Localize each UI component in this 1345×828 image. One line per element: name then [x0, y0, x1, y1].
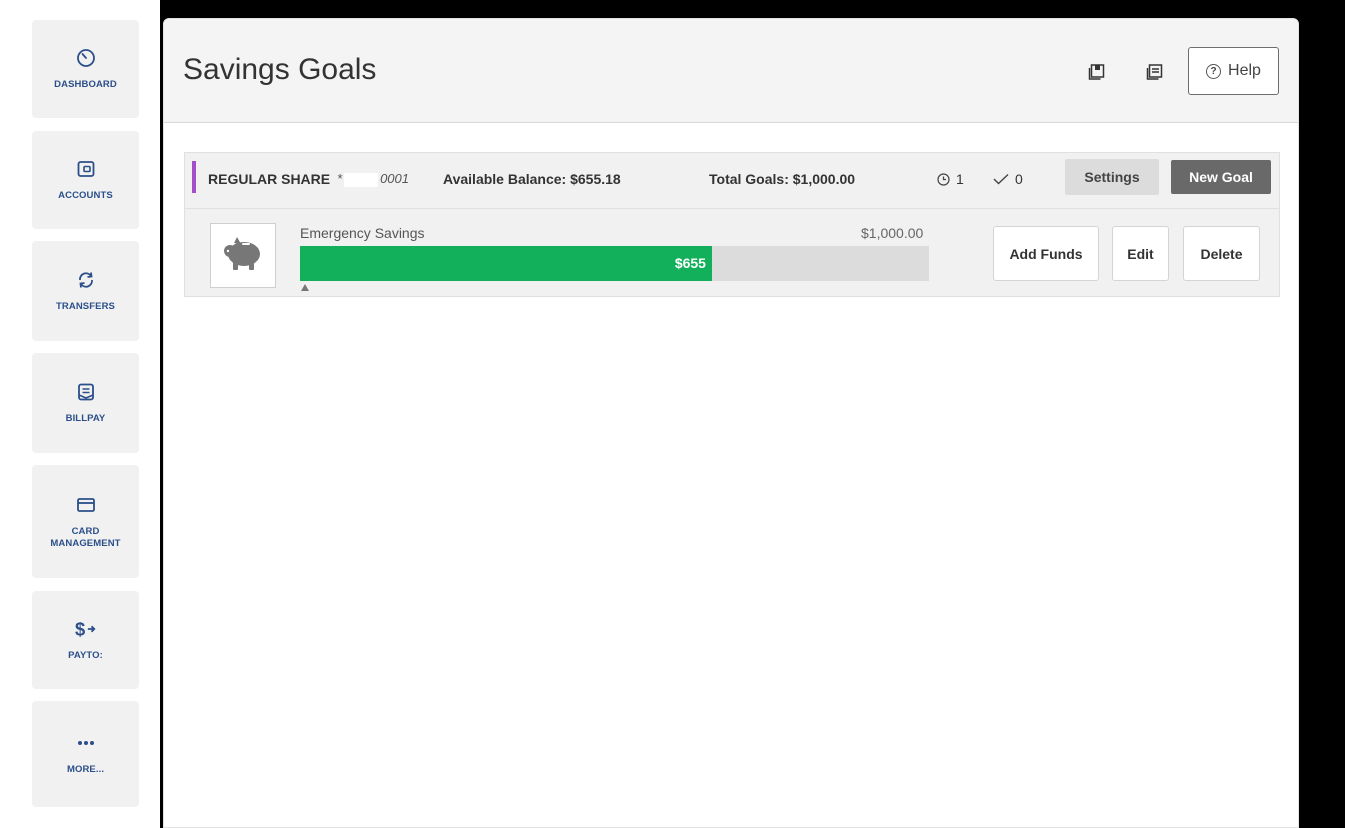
checkmark-icon [993, 173, 1009, 185]
nav-label-card-management: CARD MANAGEMENT [50, 525, 121, 549]
progress-marker-triangle [301, 284, 309, 291]
nav-label-accounts: ACCOUNTS [58, 190, 113, 201]
ellipsis-icon [75, 732, 97, 754]
save-view-icon[interactable] [1088, 63, 1106, 81]
piggy-bank-icon [221, 234, 265, 277]
completed-stat: 0 [993, 171, 1023, 187]
account-name: REGULAR SHARE [208, 171, 331, 187]
goal-target-amount: $1,000.00 [861, 225, 924, 241]
gauge-icon [75, 47, 97, 69]
completed-count: 0 [1015, 171, 1023, 187]
goal-image[interactable] [210, 223, 276, 288]
wallet-icon [75, 158, 97, 180]
nav-label-dashboard: DASHBOARD [54, 79, 117, 90]
goal-name: Emergency Savings [300, 225, 425, 241]
account-number-redaction [344, 172, 379, 187]
settings-button[interactable]: Settings [1065, 159, 1159, 195]
in-progress-count: 1 [956, 171, 964, 187]
transfer-arrows-icon [75, 269, 97, 291]
nav-label-payto: PAYTO: [68, 650, 103, 661]
in-progress-stat: 1 [937, 171, 964, 187]
nav-item-card-management[interactable]: CARD MANAGEMENT [32, 465, 139, 578]
nav-item-transfers[interactable]: TRANSFERS [32, 241, 139, 341]
delete-button[interactable]: Delete [1183, 226, 1260, 281]
dollar-arrow-icon: $ [75, 618, 97, 640]
sidebar-nav: DASHBOARD ACCOUNTS TRANSFERS BILLPAY CAR… [0, 0, 160, 828]
available-balance: Available Balance: $655.18 [443, 171, 621, 187]
main-panel: Savings Goals ? Help REGULAR SHARE * 0001… [163, 18, 1299, 828]
total-goals: Total Goals: $1,000.00 [709, 171, 856, 187]
nav-label-transfers: TRANSFERS [56, 301, 115, 312]
goal-row: Emergency Savings $1,000.00 $655 Add Fun… [184, 208, 1280, 297]
add-funds-button[interactable]: Add Funds [993, 226, 1099, 281]
svg-text:$: $ [75, 618, 85, 639]
goal-current-amount: $655 [674, 255, 706, 271]
print-list-icon[interactable] [1146, 63, 1164, 81]
bill-icon [75, 381, 97, 403]
goal-progress-bar: $655 [300, 246, 929, 281]
nav-item-dashboard[interactable]: DASHBOARD [32, 20, 139, 118]
nav-label-more: MORE... [66, 764, 105, 775]
help-button[interactable]: ? Help [1188, 47, 1279, 95]
nav-item-billpay[interactable]: BILLPAY [32, 353, 139, 453]
account-mask-prefix: * [337, 171, 343, 186]
nav-item-more[interactable]: MORE... [32, 701, 139, 807]
goal-progress-fill: $655 [300, 246, 712, 281]
credit-card-icon [75, 494, 97, 516]
page-title: Savings Goals [183, 53, 377, 86]
new-goal-button[interactable]: New Goal [1171, 160, 1271, 194]
clock-icon [937, 172, 950, 186]
page-header: Savings Goals ? Help [164, 19, 1298, 123]
account-mask-suffix: 0001 [380, 171, 409, 186]
edit-button[interactable]: Edit [1112, 226, 1169, 281]
account-accent-bar [192, 161, 196, 193]
nav-label-billpay: BILLPAY [65, 413, 106, 424]
nav-item-payto[interactable]: $ PAYTO: [32, 591, 139, 689]
account-summary-row: REGULAR SHARE * 0001 Available Balance: $… [184, 152, 1280, 209]
help-label: Help [1228, 62, 1261, 79]
nav-item-accounts[interactable]: ACCOUNTS [32, 131, 139, 229]
question-circle-icon: ? [1206, 63, 1222, 79]
account-number-masked: * 0001 [337, 171, 409, 187]
